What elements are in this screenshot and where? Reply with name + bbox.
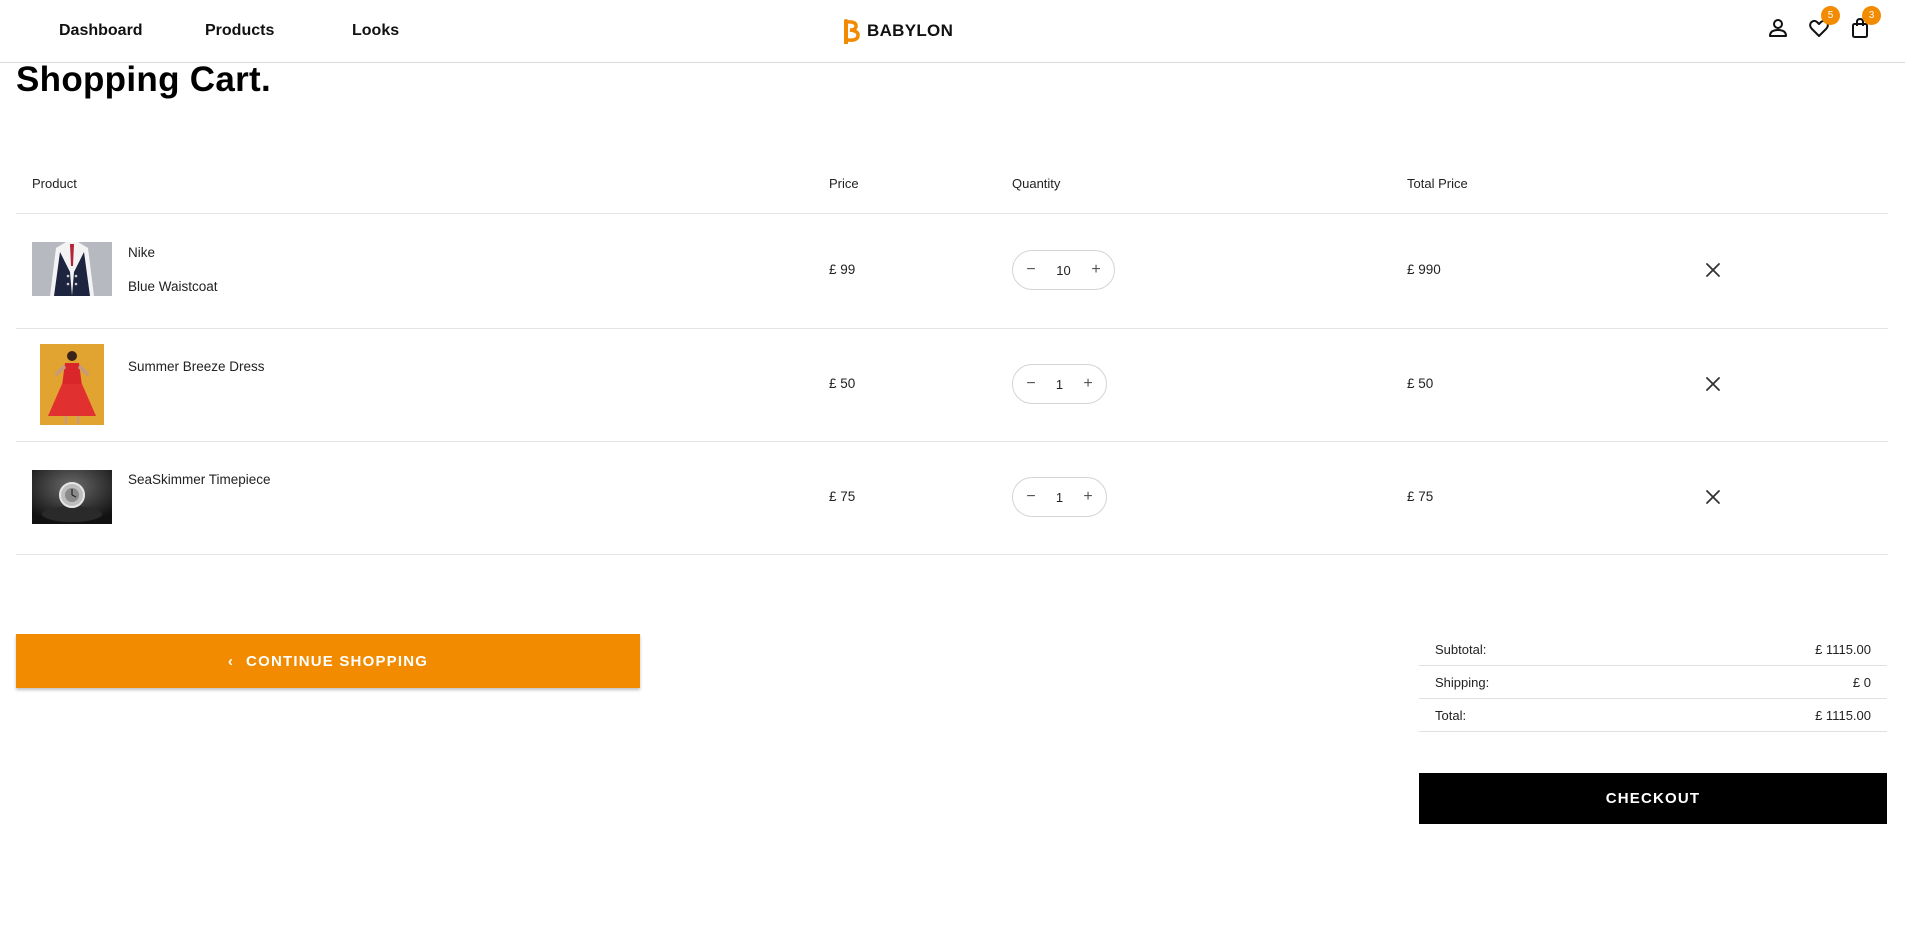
subtotal-value: £ 1115.00 — [1815, 642, 1871, 657]
subtotal-label: Subtotal: — [1435, 642, 1487, 657]
summary-row-total: Total: £ 1115.00 — [1419, 699, 1887, 732]
babylon-logo-icon — [844, 19, 860, 44]
row-total-price: £ 50 — [1407, 376, 1434, 391]
column-header-price: Price — [829, 176, 859, 191]
table-divider — [16, 213, 1888, 214]
wishlist-count-badge: 5 — [1821, 6, 1840, 25]
total-label: Total: — [1435, 708, 1467, 723]
nav-link-looks[interactable]: Looks — [352, 22, 399, 40]
increase-quantity-button[interactable]: + — [1080, 489, 1096, 505]
column-header-product: Product — [32, 176, 77, 191]
remove-item-close-icon[interactable] — [1704, 261, 1722, 279]
summary-row-shipping: Shipping: £ 0 — [1419, 666, 1887, 699]
column-header-total-price: Total Price — [1407, 176, 1468, 191]
user-account-icon[interactable] — [1767, 17, 1789, 39]
row-total-price: £ 990 — [1407, 262, 1441, 277]
product-name[interactable]: Summer Breeze Dress — [128, 359, 265, 374]
watch-image[interactable] — [32, 470, 112, 524]
quantity-value[interactable]: 1 — [1056, 490, 1063, 505]
checkout-button[interactable]: CHECKOUT — [1419, 773, 1887, 824]
top-navigation: Dashboard Products Looks BABYLON 5 3 — [0, 0, 1905, 63]
product-brand: Nike — [128, 245, 156, 260]
decrease-quantity-button[interactable]: − — [1023, 489, 1039, 505]
product-price: £ 99 — [829, 262, 856, 277]
increase-quantity-button[interactable]: + — [1080, 376, 1096, 392]
quantity-value[interactable]: 1 — [1056, 377, 1063, 392]
continue-shopping-label: CONTINUE SHOPPING — [246, 652, 429, 670]
quantity-stepper: − 1 + — [1012, 364, 1107, 404]
shipping-label: Shipping: — [1435, 675, 1490, 690]
table-divider — [16, 328, 1888, 329]
decrease-quantity-button[interactable]: − — [1023, 376, 1039, 392]
dress-image[interactable] — [40, 344, 104, 425]
remove-item-close-icon[interactable] — [1704, 488, 1722, 506]
increase-quantity-button[interactable]: + — [1088, 262, 1104, 278]
remove-item-close-icon[interactable] — [1704, 375, 1722, 393]
product-name[interactable]: Blue Waistcoat — [128, 279, 218, 294]
quantity-stepper: − 10 + — [1012, 250, 1115, 290]
nav-link-products[interactable]: Products — [205, 22, 274, 40]
total-value: £ 1115.00 — [1815, 708, 1871, 723]
cart-count-badge: 3 — [1862, 6, 1881, 25]
nav-link-dashboard[interactable]: Dashboard — [59, 22, 143, 40]
chevron-left-icon: ‹ — [227, 652, 235, 670]
row-total-price: £ 75 — [1407, 489, 1434, 504]
continue-shopping-button[interactable]: ‹ CONTINUE SHOPPING — [16, 634, 640, 688]
column-header-quantity: Quantity — [1012, 176, 1061, 191]
page-title: Shopping Cart. — [16, 60, 272, 99]
shipping-value: £ 0 — [1852, 675, 1871, 690]
product-price: £ 50 — [829, 376, 856, 391]
table-divider — [16, 554, 1888, 555]
brand-name: BABYLON — [867, 21, 954, 40]
summary-row-subtotal: Subtotal: £ 1115.00 — [1419, 633, 1887, 666]
decrease-quantity-button[interactable]: − — [1023, 262, 1039, 278]
waistcoat-image[interactable] — [32, 242, 112, 296]
product-price: £ 75 — [829, 489, 856, 504]
quantity-value[interactable]: 10 — [1056, 263, 1070, 278]
product-name[interactable]: SeaSkimmer Timepiece — [128, 472, 271, 487]
table-divider — [16, 441, 1888, 442]
brand-logo[interactable]: BABYLON — [843, 18, 953, 44]
quantity-stepper: − 1 + — [1012, 477, 1107, 517]
